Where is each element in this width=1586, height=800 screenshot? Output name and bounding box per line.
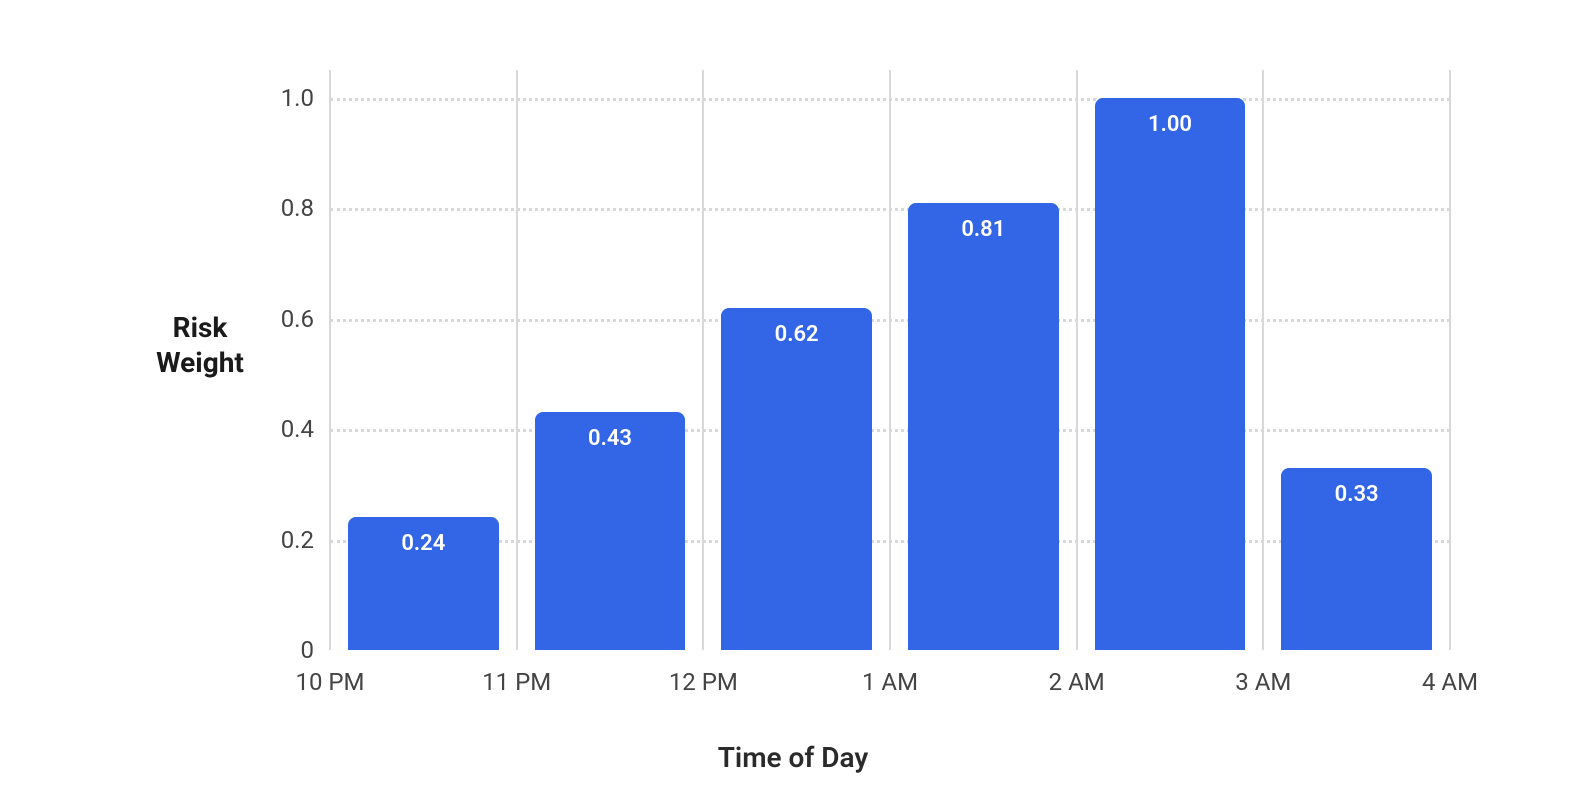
x-tick-label: 3 AM bbox=[1235, 668, 1291, 696]
bar: 0.43 bbox=[535, 412, 686, 650]
y-tick-label: 0.6 bbox=[254, 305, 314, 333]
bar-value-label: 0.33 bbox=[1281, 482, 1432, 507]
bar: 1.00 bbox=[1095, 98, 1246, 650]
x-tick-label: 11 PM bbox=[482, 668, 551, 696]
bar: 0.62 bbox=[721, 308, 872, 650]
y-tick-label: 1.0 bbox=[254, 84, 314, 112]
v-gridline bbox=[1262, 70, 1264, 650]
v-gridline bbox=[702, 70, 704, 650]
y-tick-label: 0 bbox=[254, 636, 314, 664]
x-tick-label: 2 AM bbox=[1049, 668, 1105, 696]
y-tick-label: 0.8 bbox=[254, 194, 314, 222]
x-tick-label: 12 PM bbox=[669, 668, 738, 696]
bar-value-label: 0.24 bbox=[348, 531, 499, 556]
v-gridline bbox=[889, 70, 891, 650]
plot-area: 00.20.40.60.81.010 PM11 PM12 PM1 AM2 AM3… bbox=[330, 70, 1450, 650]
bar-value-label: 1.00 bbox=[1095, 112, 1246, 137]
bar-value-label: 0.43 bbox=[535, 426, 686, 451]
bar-value-label: 0.62 bbox=[721, 322, 872, 347]
x-axis-title: Time of Day bbox=[0, 741, 1586, 774]
x-tick-label: 4 AM bbox=[1422, 668, 1478, 696]
bar: 0.33 bbox=[1281, 468, 1432, 650]
risk-weight-bar-chart: RiskWeight 00.20.40.60.81.010 PM11 PM12 … bbox=[0, 0, 1586, 800]
v-gridline bbox=[329, 70, 331, 650]
bar-value-label: 0.81 bbox=[908, 217, 1059, 242]
v-gridline bbox=[1076, 70, 1078, 650]
bar: 0.81 bbox=[908, 203, 1059, 650]
x-tick-label: 10 PM bbox=[295, 668, 364, 696]
bar: 0.24 bbox=[348, 517, 499, 650]
y-tick-label: 0.4 bbox=[254, 415, 314, 443]
y-tick-label: 0.2 bbox=[254, 526, 314, 554]
v-gridline bbox=[516, 70, 518, 650]
v-gridline bbox=[1449, 70, 1451, 650]
x-tick-label: 1 AM bbox=[862, 668, 918, 696]
